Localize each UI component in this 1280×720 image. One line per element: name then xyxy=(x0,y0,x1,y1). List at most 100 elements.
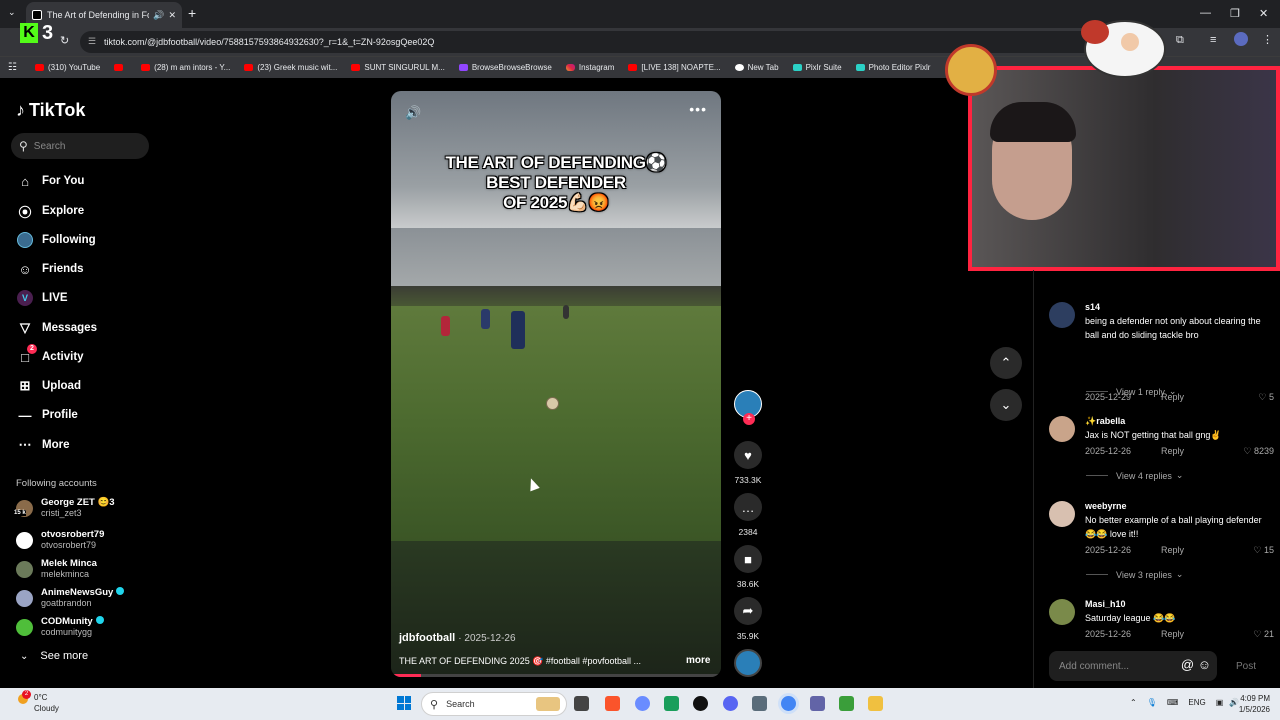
minimize-button[interactable]: — xyxy=(1200,7,1211,19)
heart-icon[interactable]: ♥ xyxy=(734,441,762,469)
share-action[interactable]: ➦ 35.9K xyxy=(733,597,763,641)
view-replies-button[interactable]: View 3 replies ⌄ xyxy=(1086,569,1183,580)
windows-start-icon[interactable] xyxy=(397,696,411,710)
bookmark-item[interactable]: [LIVE 138] NOAPTE... xyxy=(628,63,721,72)
nav-following[interactable]: Following xyxy=(16,231,96,249)
avatar[interactable] xyxy=(1049,501,1075,527)
extensions-icon[interactable]: ⧉ xyxy=(1176,34,1184,47)
microphone-icon[interactable]: 🎙 xyxy=(1147,698,1157,707)
nav-messages[interactable]: ▽ Messages xyxy=(16,319,97,337)
nav-activity[interactable]: □ 2 Activity xyxy=(16,344,84,366)
following-account[interactable]: otvosrobert79 otvosrobert79 xyxy=(16,529,104,551)
app-v-icon[interactable] xyxy=(839,696,854,711)
file-explorer-icon[interactable] xyxy=(868,696,883,711)
keyboard-icon[interactable]: ⌨ xyxy=(1167,698,1179,707)
task-view-icon[interactable] xyxy=(574,696,589,711)
taskbar-search[interactable]: ⚲ Search xyxy=(421,692,567,716)
comment-like-button[interactable]: ♡ 8239 xyxy=(1243,446,1274,457)
bookmark-item[interactable]: (23) Greek music wit... xyxy=(244,63,337,72)
follow-plus-icon[interactable]: + xyxy=(743,413,755,425)
mention-icon[interactable]: @ xyxy=(1181,657,1194,672)
network-icon[interactable]: ▣ xyxy=(1216,698,1224,707)
bookmark-item[interactable]: BrowseBrowseBrowse xyxy=(458,63,552,72)
bookmark-item[interactable]: Pixlr Suite xyxy=(792,63,842,72)
comment-icon[interactable]: … xyxy=(734,493,762,521)
teams-icon[interactable] xyxy=(810,696,825,711)
close-window-button[interactable]: ✕ xyxy=(1259,7,1268,20)
creator-avatar[interactable]: + xyxy=(734,390,762,425)
video-player[interactable]: THE ART OF DEFENDING⚽ BEST DEFENDER OF 2… xyxy=(391,91,721,677)
comment-action[interactable]: … 2384 xyxy=(733,493,763,537)
comment-user[interactable]: Masi_h10 xyxy=(1085,599,1126,609)
video-progress-bar[interactable] xyxy=(391,674,721,677)
bookmark-item[interactable]: Photo Editor Pixlr xyxy=(855,63,930,72)
reply-button[interactable]: Reply xyxy=(1161,446,1184,456)
comment-like-button[interactable]: ♡ 5 xyxy=(1258,392,1274,403)
bookmark-item[interactable]: (28) m am intors - Y... xyxy=(141,63,230,72)
comment-user[interactable]: ✨rabella xyxy=(1085,416,1125,427)
nav-upload[interactable]: ⊞ Upload xyxy=(16,377,81,395)
volume-icon[interactable]: 🔊 xyxy=(405,105,421,121)
view-replies-button[interactable]: View 4 replies ⌄ xyxy=(1086,470,1183,481)
following-account[interactable]: CODMunity codmunitygg xyxy=(16,616,104,638)
post-comment-button[interactable]: Post xyxy=(1236,661,1256,672)
maximize-button[interactable]: ❐ xyxy=(1230,7,1240,20)
next-video-button[interactable]: ⌄ xyxy=(990,389,1022,421)
comment-user[interactable]: weebyrne xyxy=(1085,501,1127,511)
nav-profile[interactable]: — Profile xyxy=(16,406,78,424)
video-author[interactable]: jdbfootball xyxy=(399,632,455,644)
brave-icon[interactable] xyxy=(605,696,620,711)
nav-more[interactable]: ⋯ More xyxy=(16,436,70,454)
avatar[interactable] xyxy=(1049,302,1075,328)
bookmark-icon[interactable]: ■ xyxy=(734,545,762,573)
bookmark-item[interactable]: (310) YouTube xyxy=(34,63,100,72)
emoji-icon[interactable]: ☺ xyxy=(1198,657,1211,672)
taskbar-clock[interactable]: 4:09 PM 1/5/2026 xyxy=(1230,693,1270,715)
following-account[interactable]: 15 k George ZET 😊3 cristi_zet3 xyxy=(14,497,115,519)
music-disc-icon[interactable] xyxy=(734,649,762,677)
site-info-icon[interactable]: ☰ xyxy=(88,36,96,47)
close-tab-icon[interactable]: ✕ xyxy=(168,10,176,21)
nav-friends[interactable]: ☺ Friends xyxy=(16,260,83,278)
speaker-icon[interactable]: 🔊 xyxy=(153,10,164,21)
discord-icon[interactable] xyxy=(723,696,738,711)
following-account[interactable]: Melek Minca melekminca xyxy=(16,558,97,580)
reply-button[interactable]: Reply xyxy=(1161,629,1184,639)
reply-button[interactable]: Reply xyxy=(1161,545,1184,555)
nav-explore[interactable]: ⦿ Explore xyxy=(16,202,84,220)
bookmark-item[interactable] xyxy=(114,64,127,71)
search-input[interactable]: ⚲ Search xyxy=(11,133,149,159)
media-control-icon[interactable]: ≡ xyxy=(1210,34,1216,46)
comment-user[interactable]: s14 xyxy=(1085,302,1100,312)
avatar[interactable] xyxy=(1049,599,1075,625)
profile-avatar-icon[interactable] xyxy=(1234,32,1248,46)
comment-like-button[interactable]: ♡ 15 xyxy=(1253,545,1274,556)
show-hidden-icon[interactable]: ⌃ xyxy=(1130,698,1137,707)
apps-grid-icon[interactable]: ☷ xyxy=(8,62,17,73)
comment-like-button[interactable]: ♡ 21 xyxy=(1253,629,1274,640)
caption-more-link[interactable]: more xyxy=(686,655,710,666)
nav-for-you[interactable]: ⌂ For You xyxy=(16,172,84,190)
steam-icon[interactable] xyxy=(693,696,708,711)
tiktok-logo[interactable]: ♪ TikTok xyxy=(16,100,85,121)
browser-menu-icon[interactable]: ⋮ xyxy=(1262,33,1273,46)
weather-widget[interactable]: 2 0°C Cloudy xyxy=(18,690,59,714)
chrome-icon[interactable] xyxy=(781,696,796,711)
following-account[interactable]: AnimeNewsGuy goatbrandon xyxy=(16,587,125,609)
nav-live[interactable]: V LIVE xyxy=(16,289,68,307)
app-icon[interactable] xyxy=(664,696,679,711)
new-tab-button[interactable]: + xyxy=(188,5,196,21)
avatar[interactable] xyxy=(1049,416,1075,442)
previous-video-button[interactable]: ⌃ xyxy=(990,347,1022,379)
like-action[interactable]: ♥ 733.3K xyxy=(733,441,763,485)
bookmark-item[interactable]: New Tab xyxy=(734,63,779,72)
share-icon[interactable]: ➦ xyxy=(734,597,762,625)
copilot-icon[interactable] xyxy=(635,696,650,711)
tab-list-icon[interactable]: ⌄ xyxy=(8,7,16,18)
save-action[interactable]: ■ 38.6K xyxy=(733,545,763,589)
calculator-icon[interactable] xyxy=(752,696,767,711)
see-more-button[interactable]: ⌄ See more xyxy=(20,650,88,662)
more-options-icon[interactable]: ••• xyxy=(689,101,707,117)
view-replies-button[interactable]: View 1 reply ⌄ xyxy=(1086,386,1176,397)
add-comment-input[interactable]: Add comment... @ ☺ xyxy=(1049,651,1217,681)
